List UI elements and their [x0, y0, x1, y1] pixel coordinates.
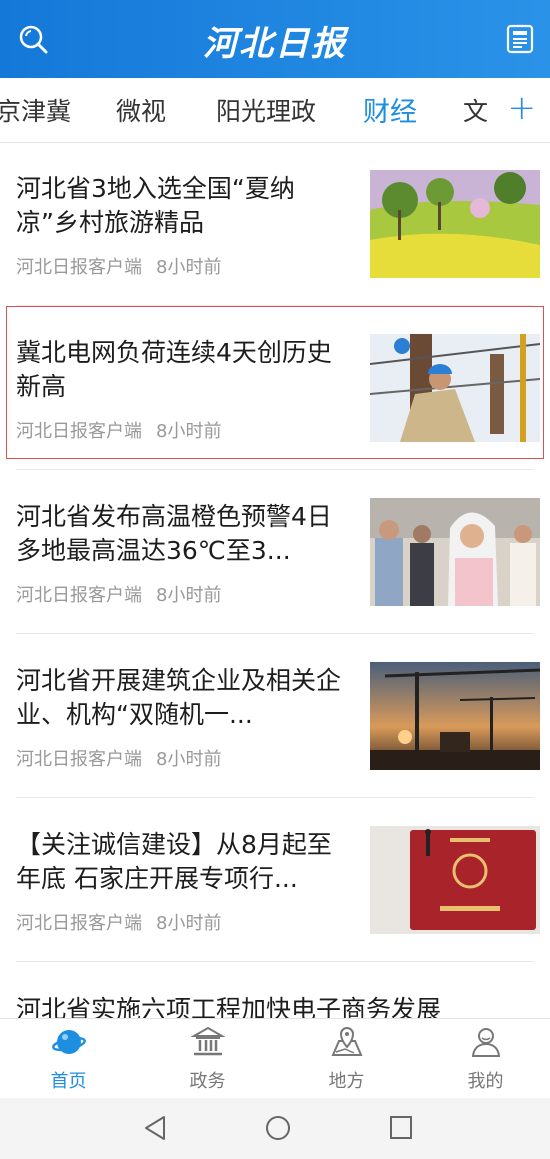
government-building-icon	[190, 1026, 225, 1056]
news-time: 8小时前	[156, 257, 222, 278]
tab-sunshine-governance[interactable]: 阳光理政	[216, 92, 316, 128]
certificate-thumbnail	[370, 826, 540, 934]
nav-government[interactable]: 政务	[139, 1019, 276, 1099]
home-icon[interactable]	[264, 1114, 292, 1142]
news-meta: 河北日报客户端 8小时前	[16, 253, 235, 279]
nav-local[interactable]: 地方	[278, 1019, 415, 1099]
news-item[interactable]: 河北省发布高温橙色预警4日多地最高温达36℃至3... 河北日报客户端 8小时前	[0, 470, 550, 634]
news-source: 河北日报客户端	[16, 257, 142, 278]
map-pin-icon	[330, 1027, 363, 1056]
planet-icon	[51, 1030, 86, 1054]
tab-jingjinji[interactable]: 京津冀	[0, 92, 71, 128]
bottom-nav: 首页 政务 地方 我的	[0, 1018, 550, 1099]
newspaper-icon[interactable]	[506, 24, 534, 54]
user-icon	[471, 1028, 500, 1057]
news-time: 8小时前	[156, 749, 222, 770]
recent-apps-icon[interactable]	[388, 1114, 414, 1142]
rural-scenery-thumbnail	[370, 170, 540, 278]
add-tab-button[interactable]: +	[508, 88, 537, 128]
news-item[interactable]: 河北省3地入选全国“夏纳凉”乡村旅游精品 河北日报客户端 8小时前	[0, 142, 550, 306]
news-title: 河北省3地入选全国“夏纳凉”乡村旅游精品	[16, 174, 295, 237]
app-header: 河北日报	[0, 0, 550, 78]
nav-profile-label: 我的	[467, 1071, 504, 1092]
news-source: 河北日报客户端	[16, 585, 142, 606]
street-crowd-thumbnail	[370, 498, 540, 606]
system-nav-bar	[0, 1098, 550, 1159]
nav-home[interactable]: 首页	[0, 1019, 137, 1099]
news-title: 河北省发布高温橙色预警4日多地最高温达36℃至3...	[16, 502, 332, 565]
news-title: 【关注诚信建设】从8月起至年底 石家庄开展专项行...	[16, 830, 332, 893]
nav-profile[interactable]: 我的	[417, 1019, 550, 1099]
divider	[16, 961, 534, 962]
news-source: 河北日报客户端	[16, 749, 142, 770]
news-item[interactable]: 河北省开展建筑企业及相关企业、机构“双随机一... 河北日报客户端 8小时前	[0, 634, 550, 798]
news-source: 河北日报客户端	[16, 913, 142, 934]
tab-culture[interactable]: 文	[463, 92, 488, 128]
news-title: 河北省开展建筑企业及相关企业、机构“双随机一...	[16, 666, 342, 729]
selected-item-outline	[6, 306, 544, 459]
news-time: 8小时前	[156, 913, 222, 934]
nav-government-label: 政务	[189, 1071, 226, 1092]
nav-local-label: 地方	[328, 1071, 365, 1092]
news-time: 8小时前	[156, 585, 222, 606]
nav-home-label: 首页	[50, 1071, 87, 1092]
news-meta: 河北日报客户端 8小时前	[16, 909, 235, 935]
back-icon[interactable]	[142, 1114, 168, 1142]
news-meta: 河北日报客户端 8小时前	[16, 745, 235, 771]
tab-video[interactable]: 微视	[116, 92, 166, 128]
construction-cranes-thumbnail	[370, 662, 540, 770]
news-meta: 河北日报客户端 8小时前	[16, 581, 235, 607]
tab-finance[interactable]: 财经	[363, 90, 417, 129]
app-logo: 河北日报	[203, 24, 347, 64]
news-item[interactable]: 【关注诚信建设】从8月起至年底 石家庄开展专项行... 河北日报客户端 8小时前	[0, 798, 550, 962]
category-tabs: 京津冀 微视 阳光理政 财经 文 +	[0, 78, 550, 143]
